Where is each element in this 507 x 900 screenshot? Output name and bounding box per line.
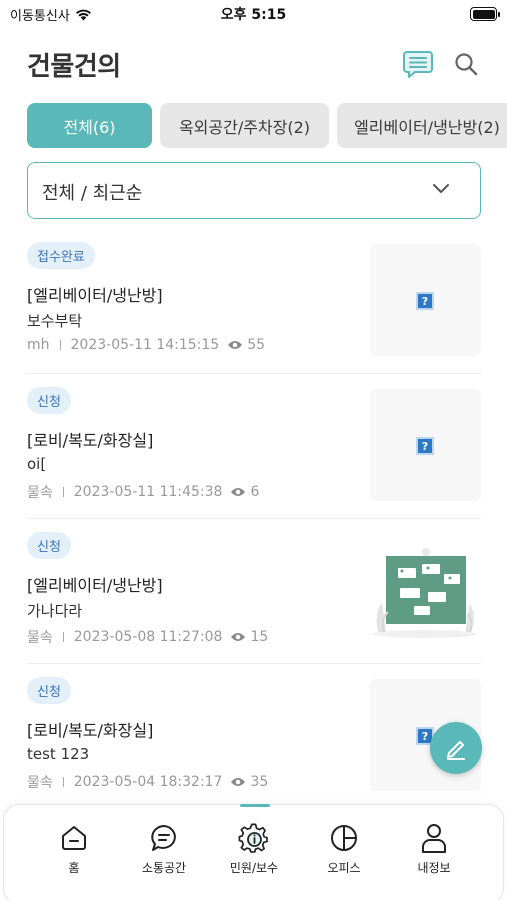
battery-icon: [470, 7, 500, 21]
tab-elevator-hvac[interactable]: 엘리베이터/냉난방(2): [337, 103, 507, 148]
eye-icon: [228, 341, 243, 349]
chat-icon: [403, 51, 433, 78]
post-datetime: 2023-05-11 11:45:38: [73, 484, 223, 500]
post-meta: 물속 2023-05-04 18:32:17 35: [27, 772, 268, 792]
divider: [27, 663, 481, 664]
divider: [27, 518, 481, 519]
nav-item-office[interactable]: 오피스: [309, 821, 379, 881]
nav-label-home: 홈: [68, 861, 80, 875]
eye-icon: [231, 488, 246, 496]
nav-label-office: 오피스: [327, 861, 361, 875]
post-item[interactable]: 접수완료 [엘리베이터/냉난방] 보수부탁 mh 2023-05-11 14:1…: [27, 230, 481, 375]
post-title: test 123: [27, 745, 90, 763]
header: 건물건의: [0, 40, 507, 90]
nav-label-my-info: 내정보: [417, 861, 451, 875]
post-item[interactable]: 신청 [로비/복도/화장실] test 123 물속 2023-05-04 18…: [27, 665, 481, 810]
broken-image-icon: ?: [416, 292, 434, 310]
post-author: 물속: [27, 630, 53, 646]
post-title: oi[: [27, 455, 47, 473]
post-author: 물속: [27, 485, 53, 501]
broken-image-icon: ?: [416, 437, 434, 455]
post-views: 55: [247, 337, 266, 353]
nav-item-complaints[interactable]: 민원/보수: [219, 821, 289, 881]
meta-divider: [62, 632, 64, 642]
post-title: 보수부탁: [27, 312, 83, 330]
chat-button[interactable]: [402, 50, 434, 80]
person-icon: [422, 824, 446, 853]
post-author: 물속: [27, 775, 53, 791]
post-datetime: 2023-05-04 18:32:17: [73, 774, 223, 790]
nav-item-my-info[interactable]: 내정보: [399, 821, 469, 881]
post-views: 35: [250, 774, 269, 790]
gear-info-icon: [238, 823, 268, 853]
post-category: [로비/복도/화장실]: [27, 431, 154, 450]
post-meta: 물속 2023-05-11 11:45:38 6: [27, 482, 259, 502]
chevron-down-icon: [433, 184, 449, 193]
post-thumbnail: [370, 534, 481, 646]
post-meta: mh 2023-05-11 14:15:15 55: [27, 337, 265, 353]
nav-item-home[interactable]: 홈: [39, 821, 109, 881]
post-views: 6: [250, 484, 260, 500]
meta-divider: [62, 487, 64, 497]
tab-outdoor-parking[interactable]: 옥외공간/주차장(2): [160, 103, 329, 148]
post-item[interactable]: 신청 [로비/복도/화장실] oi[ 물속 2023-05-11 11:45:3…: [27, 375, 481, 520]
category-tabs: 전체(6) 옥외공간/주차장(2) 엘리베이터/냉난방(2): [27, 103, 507, 148]
nav-item-community[interactable]: 소통공간: [129, 821, 199, 881]
post-datetime: 2023-05-11 14:15:15: [70, 337, 220, 353]
status-bar: 이동통신사 오후 5:15: [0, 0, 507, 30]
post-author: mh: [27, 337, 50, 353]
filter-selected-value: 전체 / 최근순: [42, 183, 143, 204]
filter-dropdown[interactable]: 전체 / 최근순: [27, 162, 481, 219]
chat-bubble-icon: [151, 825, 176, 851]
search-button[interactable]: [453, 51, 481, 79]
post-category: [로비/복도/화장실]: [27, 721, 154, 740]
write-post-button[interactable]: [430, 722, 482, 774]
pie-chart-icon: [331, 825, 357, 851]
meta-divider: [59, 340, 61, 350]
bottom-navigation: 홈 소통공간 민원/보수 오피스 내정보: [3, 804, 504, 900]
divider: [27, 373, 481, 374]
post-title: 가나다라: [27, 602, 83, 620]
post-item[interactable]: 신청 [엘리베이터/냉난방] 가나다라 물속 2023-05-08 11:27:…: [27, 520, 481, 665]
nav-label-community: 소통공간: [141, 861, 187, 875]
board-illustration: [373, 548, 477, 638]
status-badge: 접수완료: [27, 242, 95, 269]
pencil-icon: [447, 741, 465, 760]
status-badge: 신청: [27, 387, 71, 414]
eye-icon: [231, 778, 246, 786]
home-icon: [62, 826, 86, 850]
post-category: [엘리베이터/냉난방]: [27, 286, 163, 305]
post-datetime: 2023-05-08 11:27:08: [73, 629, 223, 645]
post-thumbnail: ?: [370, 389, 481, 501]
status-badge: 신청: [27, 532, 71, 559]
post-meta: 물속 2023-05-08 11:27:08 15: [27, 627, 268, 647]
search-icon: [455, 53, 478, 76]
post-thumbnail: ?: [370, 244, 481, 356]
tab-all[interactable]: 전체(6): [27, 103, 152, 148]
post-category: [엘리베이터/냉난방]: [27, 576, 163, 595]
post-views: 15: [250, 629, 269, 645]
page-title: 건물건의: [27, 52, 121, 82]
status-badge: 신청: [27, 677, 71, 704]
status-time: 오후 5:15: [220, 7, 287, 23]
nav-label-complaints: 민원/보수: [229, 861, 279, 875]
meta-divider: [62, 777, 64, 787]
eye-icon: [231, 633, 246, 641]
nav-active-indicator: [240, 804, 270, 807]
